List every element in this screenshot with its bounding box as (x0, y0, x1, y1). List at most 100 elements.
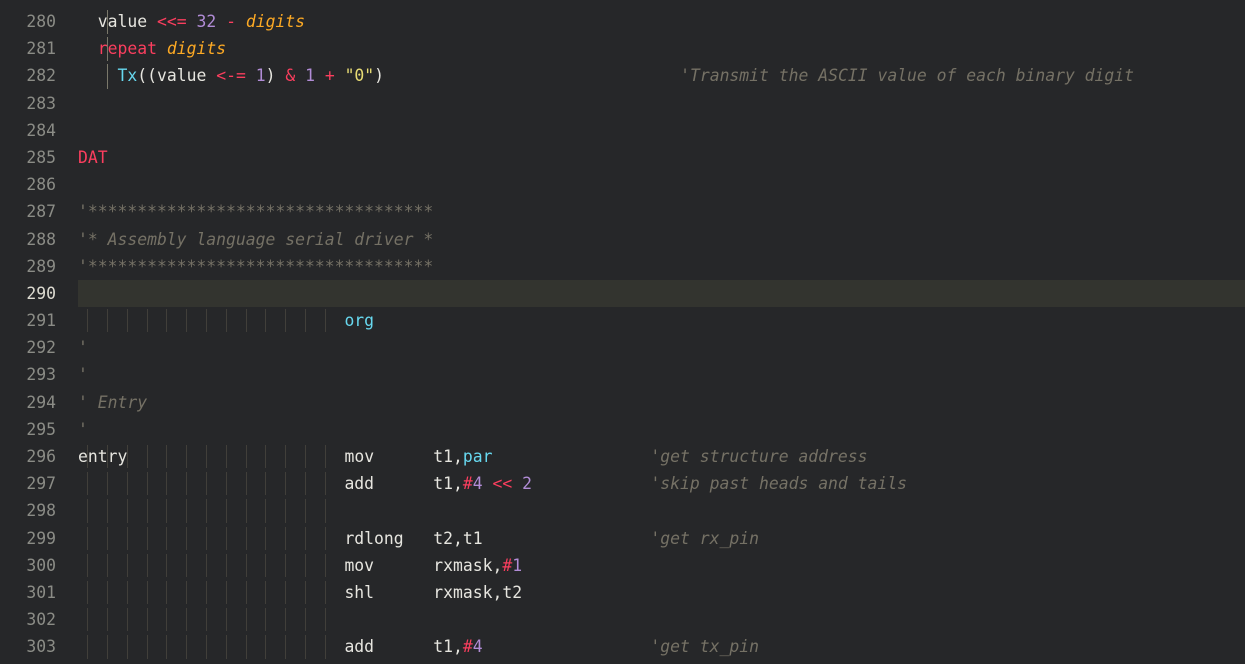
keyword-dat: DAT (78, 148, 108, 167)
code-line[interactable]: value <<= 32 - digits (78, 8, 1245, 35)
asm-mnemonic: shl (344, 583, 374, 602)
line-number: 280 (0, 8, 78, 35)
code-line[interactable]: '*********************************** (78, 253, 1245, 280)
asm-arg: t1 (433, 637, 453, 656)
line-number: 281 (0, 35, 78, 62)
comment: 'get tx_pin (650, 637, 759, 656)
operator: <<= (157, 12, 187, 31)
hash: # (463, 474, 473, 493)
line-number: 303 (0, 633, 78, 660)
code-area[interactable]: value <<= 32 - digits repeat digits Tx((… (78, 0, 1245, 664)
comma: , (453, 637, 463, 656)
line-number: 292 (0, 334, 78, 361)
hash: # (463, 637, 473, 656)
number-literal: 32 (196, 12, 216, 31)
code-line[interactable] (78, 171, 1245, 198)
asm-arg: t2 (502, 583, 522, 602)
comma: , (453, 474, 463, 493)
comment: 'skip past heads and tails (650, 474, 907, 493)
line-number: 302 (0, 606, 78, 633)
line-number: 295 (0, 416, 78, 443)
asm-label: entry (78, 447, 127, 466)
asm-mnemonic: mov (344, 447, 374, 466)
line-number: 293 (0, 361, 78, 388)
line-number: 294 (0, 389, 78, 416)
code-line[interactable]: '* Assembly language serial driver * (78, 226, 1245, 253)
comment: '* Assembly language serial driver * (78, 230, 433, 249)
line-number: 290 (0, 280, 78, 307)
code-line[interactable]: org (78, 307, 1245, 334)
identifier: value (157, 66, 206, 85)
code-line[interactable]: ' Entry (78, 389, 1245, 416)
line-number: 287 (0, 198, 78, 225)
paren: ( (137, 66, 147, 85)
asm-arg: t1 (463, 529, 483, 548)
line-number: 300 (0, 552, 78, 579)
asm-mnemonic: add (344, 637, 374, 656)
line-number: 285 (0, 144, 78, 171)
code-line[interactable]: repeat digits (78, 35, 1245, 62)
comment: 'get rx_pin (650, 529, 759, 548)
comment: ' (78, 338, 88, 357)
string-literal: "0" (345, 66, 375, 85)
code-line[interactable]: ' (78, 334, 1245, 361)
keyword-repeat: repeat (98, 39, 157, 58)
number-literal: 2 (522, 474, 532, 493)
operator: << (493, 474, 513, 493)
code-line[interactable]: add t1,#4 << 2 'skip past heads and tail… (78, 470, 1245, 497)
paren: ) (374, 66, 384, 85)
indent-bar (107, 64, 108, 88)
asm-mnemonic: mov (344, 556, 374, 575)
number-literal: 4 (473, 637, 483, 656)
line-number: 297 (0, 470, 78, 497)
directive-org: org (344, 311, 374, 330)
line-number: 284 (0, 117, 78, 144)
code-line[interactable]: entry mov t1,par 'get structure address (78, 443, 1245, 470)
line-number: 282 (0, 62, 78, 89)
code-line[interactable]: shl rxmask,t2 (78, 579, 1245, 606)
comment: 'get structure address (650, 447, 867, 466)
number-literal: 4 (473, 474, 483, 493)
code-editor[interactable]: 2802812822832842852862872882892902912922… (0, 0, 1245, 664)
comment: '*********************************** (78, 257, 433, 276)
code-line[interactable]: ' (78, 361, 1245, 388)
number-literal: 1 (512, 556, 522, 575)
line-number: 286 (0, 171, 78, 198)
line-number: 298 (0, 497, 78, 524)
operator: - (226, 12, 236, 31)
asm-arg: t2 (433, 529, 453, 548)
number-literal: 1 (305, 66, 315, 85)
code-line[interactable] (78, 497, 1245, 524)
operator: <-= (216, 66, 246, 85)
code-line[interactable]: '*********************************** (78, 198, 1245, 225)
asm-register: par (463, 447, 493, 466)
comment: 'Transmit the ASCII value of each binary… (680, 66, 1134, 85)
comma: , (453, 529, 463, 548)
comment: '*********************************** (78, 202, 433, 221)
parameter: digits (246, 12, 305, 31)
asm-mnemonic: add (344, 474, 374, 493)
function-call: Tx (117, 66, 137, 85)
code-line[interactable]: mov rxmask,#1 (78, 552, 1245, 579)
asm-arg: rxmask (433, 556, 492, 575)
code-line[interactable]: add t1,#4 'get tx_pin (78, 633, 1245, 660)
code-line[interactable] (78, 606, 1245, 633)
code-line[interactable]: DAT (78, 144, 1245, 171)
code-line[interactable] (78, 280, 1245, 307)
code-line[interactable] (78, 90, 1245, 117)
number-literal: 1 (256, 66, 266, 85)
code-line[interactable]: Tx((value <-= 1) & 1 + "0") 'Transmit th… (78, 62, 1245, 89)
comma: , (492, 556, 502, 575)
operator: + (325, 66, 335, 85)
asm-arg: t1 (433, 447, 453, 466)
operator: & (285, 66, 295, 85)
code-line[interactable] (78, 117, 1245, 144)
line-number: 283 (0, 90, 78, 117)
identifier: value (98, 12, 147, 31)
line-number: 289 (0, 253, 78, 280)
comment: ' (78, 365, 88, 384)
code-line[interactable]: ' (78, 416, 1245, 443)
code-line[interactable]: rdlong t2,t1 'get rx_pin (78, 525, 1245, 552)
line-number: 296 (0, 443, 78, 470)
paren: ) (266, 66, 276, 85)
